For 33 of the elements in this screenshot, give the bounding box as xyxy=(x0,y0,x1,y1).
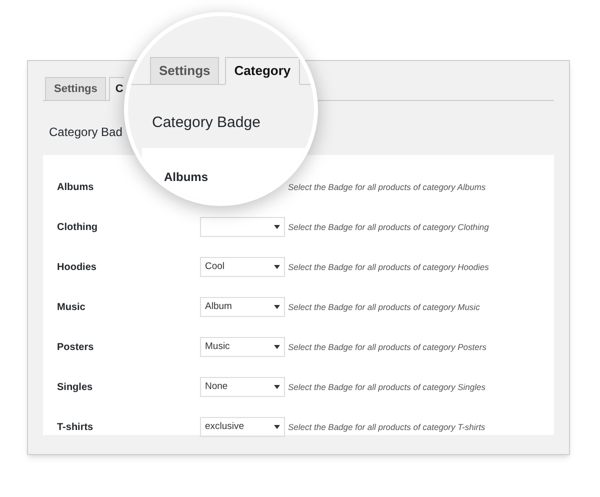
badge-select[interactable] xyxy=(200,217,285,237)
row-label: Clothing xyxy=(56,220,99,234)
caret-icon xyxy=(274,305,280,309)
tab[interactable]: C xyxy=(109,77,124,101)
badge-select[interactable]: exclusive xyxy=(200,417,285,437)
field-description: Select the Badge for all products of category Albums xyxy=(288,180,486,194)
badge-select[interactable]: Music xyxy=(200,337,285,357)
field-description: Select the Badge for all products of category T-shirts xyxy=(288,420,486,434)
caret-icon xyxy=(274,225,280,229)
row-label: Albums xyxy=(164,169,208,186)
tab[interactable]: Settings xyxy=(150,57,220,85)
caret-icon xyxy=(274,265,280,269)
tab[interactable]: Settings xyxy=(45,77,106,101)
caret-icon xyxy=(274,345,280,349)
badge-select[interactable]: Cool xyxy=(200,257,285,277)
badge-select[interactable]: None xyxy=(200,377,285,397)
field-description: Select the Badge for all products of category Posters xyxy=(288,340,486,354)
section-heading: Category Bad xyxy=(49,124,122,141)
row-label: Albums xyxy=(56,180,95,194)
row-label: T-shirts xyxy=(56,420,94,434)
row-label: Singles xyxy=(56,380,94,394)
caret-icon xyxy=(274,385,280,389)
field-description: Select the Badge for all products of category Singles xyxy=(288,380,486,394)
section-heading: Category Badge xyxy=(152,113,260,133)
row-label: Posters xyxy=(56,340,95,354)
caret-icon xyxy=(274,425,280,429)
badge-select[interactable]: Album xyxy=(200,297,285,317)
tab[interactable]: Category xyxy=(225,57,300,85)
row-label: Music xyxy=(56,300,86,314)
field-description: Select the Badge for all products of category Hoodies xyxy=(288,260,489,274)
field-description: Select the Badge for all products of category Music xyxy=(288,300,480,314)
row-label: Hoodies xyxy=(56,260,98,274)
field-description: Select the Badge for all products of category Clothing xyxy=(288,220,489,234)
